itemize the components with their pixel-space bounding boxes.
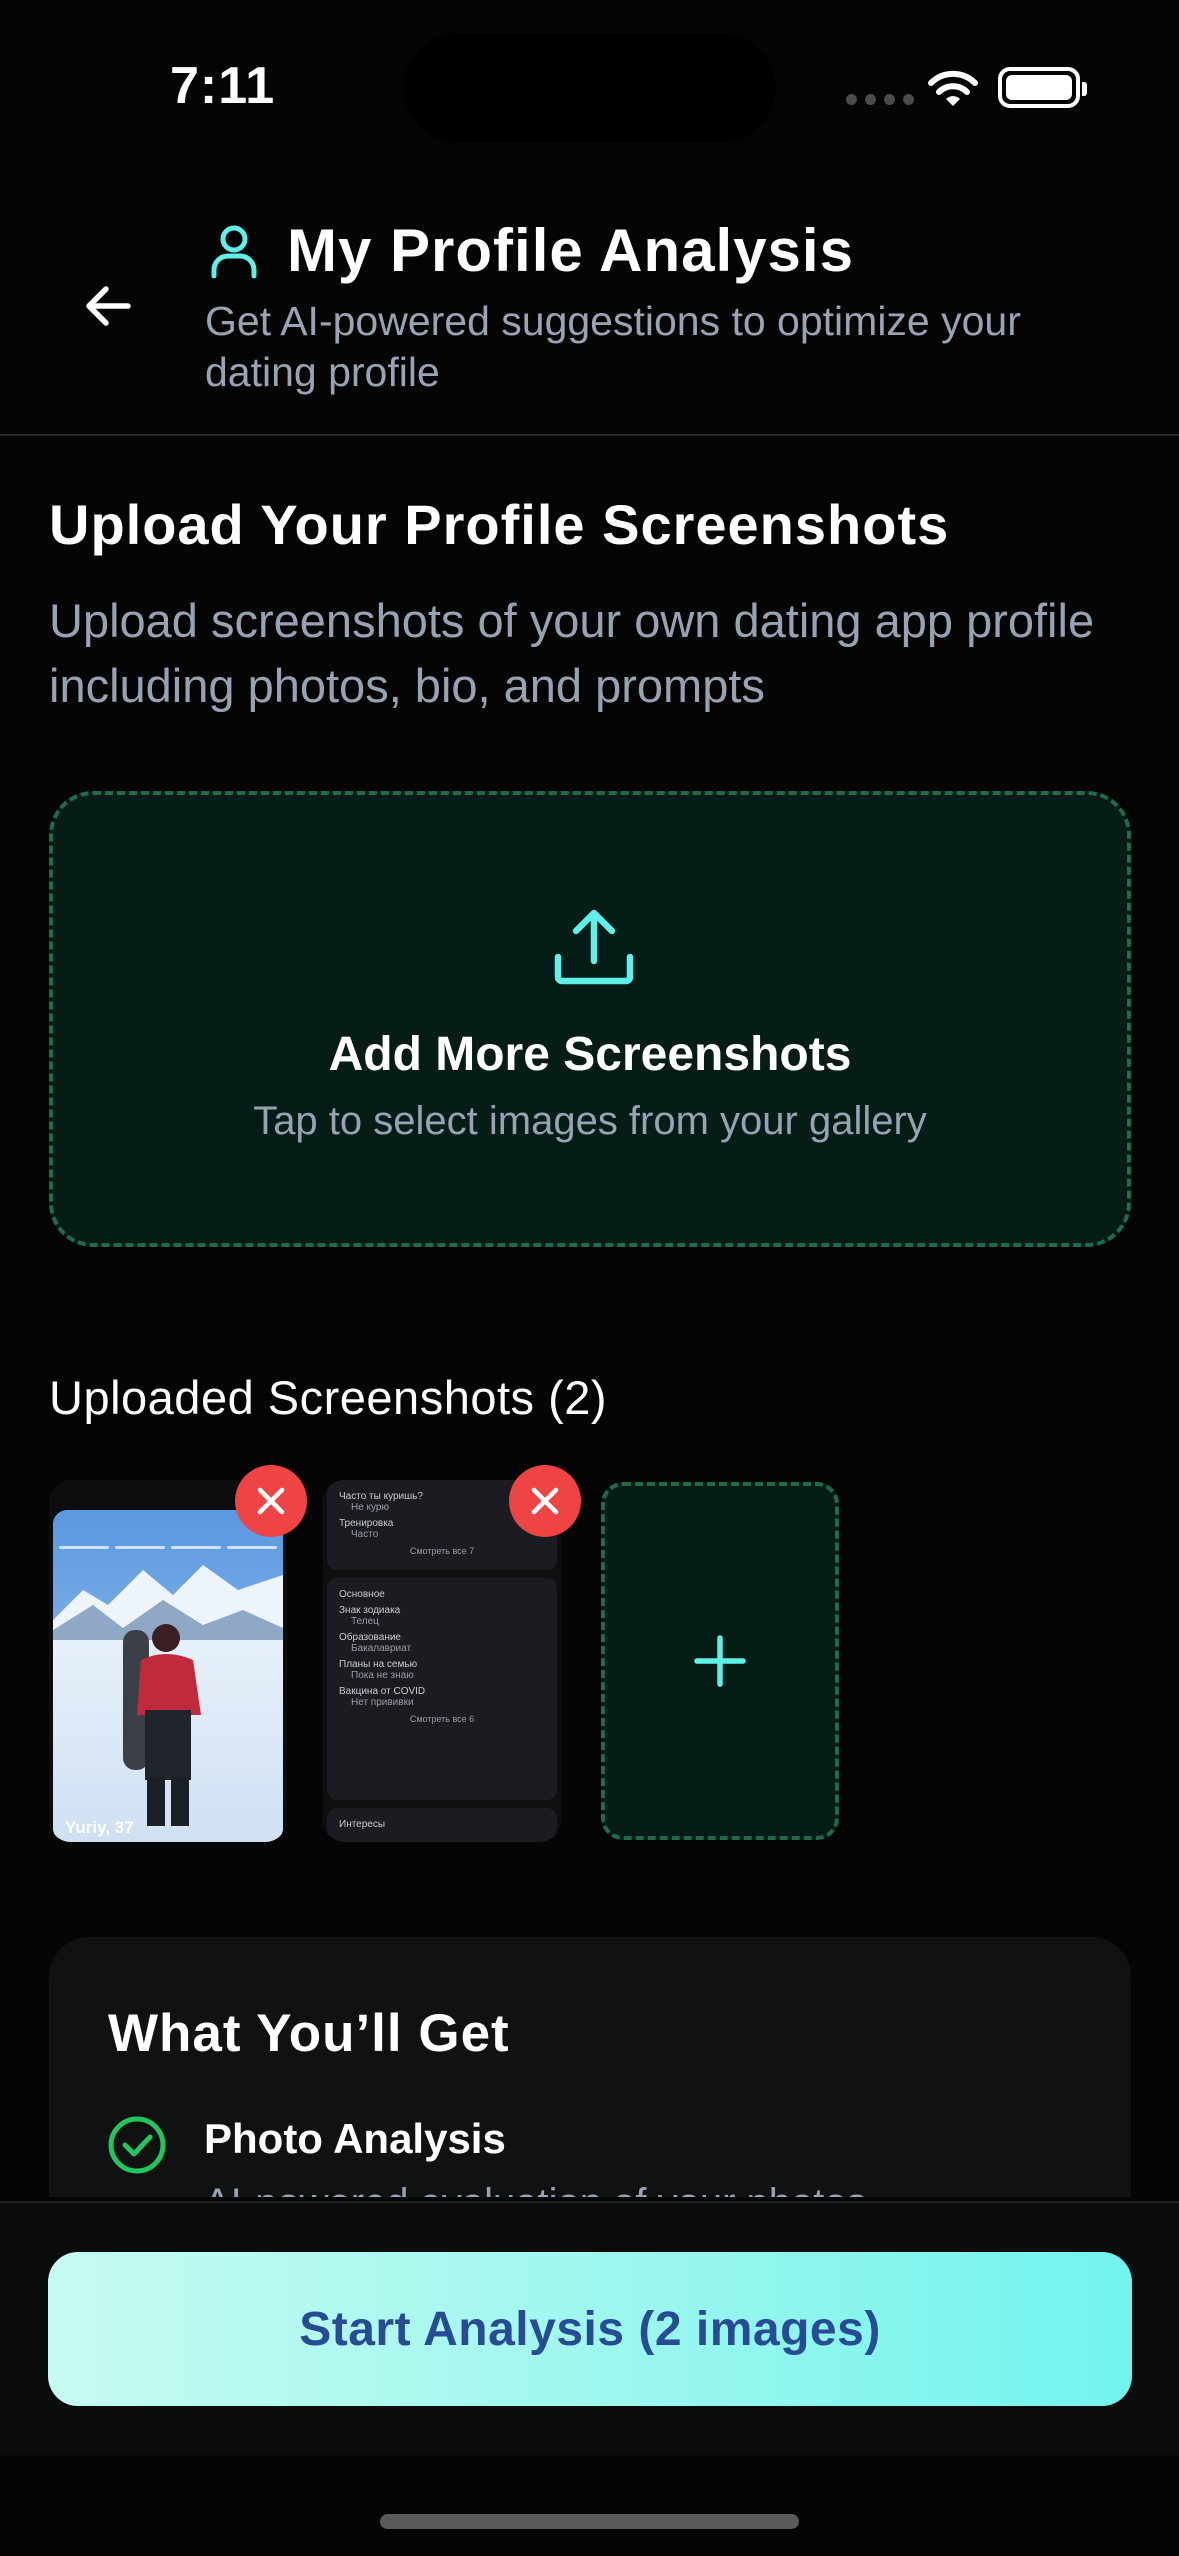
feature-description: AI-powered evaluation of your photos	[204, 2181, 867, 2197]
remove-screenshot-button[interactable]	[509, 1465, 581, 1537]
screenshot-card-basics: Основное Знак зодиака Телец Образование …	[327, 1578, 557, 1800]
start-analysis-button[interactable]: Start Analysis (2 images)	[48, 2252, 1132, 2406]
screenshot-card-interests: Интересы	[327, 1808, 557, 1842]
back-button[interactable]	[70, 268, 146, 344]
photo-progress-bars	[59, 1546, 277, 1549]
header-divider	[0, 434, 1179, 436]
bottom-action-bar: Start Analysis (2 images)	[0, 2201, 1179, 2455]
remove-screenshot-button[interactable]	[235, 1465, 307, 1537]
features-title: What You’ll Get	[108, 2004, 510, 2063]
page-subtitle: Get AI-powered suggestions to optimize y…	[205, 298, 1021, 395]
start-analysis-label: Start Analysis (2 images)	[299, 2302, 881, 2356]
add-screenshots-dropzone[interactable]: Add More Screenshots Tap to select image…	[49, 791, 1131, 1247]
arrow-left-icon	[86, 286, 131, 326]
screenshot-thumbnail[interactable]: Yuriy, 37	[49, 1480, 287, 1842]
battery-icon	[998, 67, 1087, 108]
uploaded-screenshots-title: Uploaded Screenshots (2)	[49, 1371, 608, 1424]
features-card: What You’ll Get Photo Analysis AI-powere…	[49, 1937, 1131, 2197]
status-time: 7:11	[170, 57, 276, 115]
home-indicator[interactable]	[380, 2514, 799, 2529]
add-screenshot-tile[interactable]	[601, 1482, 839, 1840]
photo-preview: Yuriy, 37	[53, 1510, 283, 1842]
close-icon	[531, 1487, 559, 1515]
dynamic-island	[403, 33, 776, 143]
feature-title: Photo Analysis	[204, 2115, 506, 2162]
check-circle-icon	[108, 2116, 166, 2174]
plus-icon	[694, 1635, 746, 1687]
close-icon	[257, 1487, 285, 1515]
dropzone-subtitle: Tap to select images from your gallery	[253, 1099, 927, 1143]
user-icon	[211, 225, 257, 279]
dropzone-title: Add More Screenshots	[328, 1028, 852, 1081]
cellular-signal-icon	[846, 94, 914, 105]
upload-icon	[554, 909, 634, 985]
upload-section-description: Upload screenshots of your own dating ap…	[49, 594, 1095, 712]
screenshot-thumbnail[interactable]: Часто ты куришь? Не курю Тренировка Част…	[323, 1480, 561, 1842]
upload-section-title: Upload Your Profile Screenshots	[49, 493, 950, 556]
photo-name-label: Yuriy, 37	[65, 1818, 134, 1837]
page-title: My Profile Analysis	[287, 217, 854, 284]
wifi-icon	[928, 70, 978, 106]
